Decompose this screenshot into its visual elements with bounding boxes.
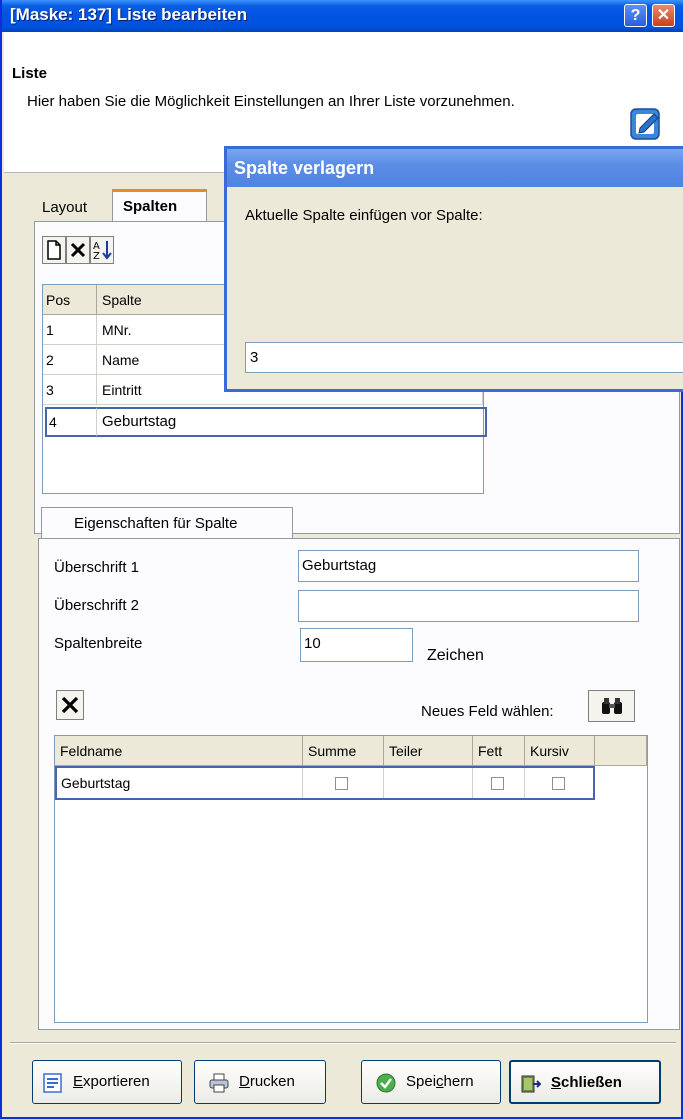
dialog-prompt: Aktuelle Spalte einfügen vor Spalte: [245,207,483,224]
header-title: Liste [12,65,48,82]
tab-properties-label: Eigenschaften für Spalte [74,515,238,532]
export-label: Exportieren [73,1073,150,1090]
header-description: Hier haben Sie die Möglichkeit Einstellu… [27,93,515,110]
field-row-kursiv[interactable] [525,768,593,798]
grid-header-pos[interactable]: Pos [43,285,97,315]
field-row-summe[interactable] [303,768,384,798]
field-header-fett[interactable]: Fett [473,736,525,766]
close-label: Schließen [551,1074,622,1091]
row-3-pos[interactable]: 3 [43,375,97,405]
save-label: Speichern [406,1073,474,1090]
svg-text:Z: Z [93,251,100,261]
row-4-name[interactable]: Geburtstag [97,407,487,437]
close-button[interactable]: Schließen [509,1060,661,1104]
row-2-pos[interactable]: 2 [43,345,97,375]
field-header-feldname[interactable]: Feldname [55,736,303,766]
heading2-label: Überschrift 2 [54,597,140,614]
edit-list-icon [630,108,660,140]
new-field-label: Neues Feld wählen: [421,703,554,720]
delete-icon [70,242,86,258]
title-bar[interactable]: [Maske: 137] Liste bearbeiten ? ✕ [2,0,683,32]
heading2-input[interactable] [298,590,639,622]
new-column-button[interactable] [42,236,66,264]
column-width-label: Spaltenbreite [54,635,143,652]
field-row-name[interactable]: Geburtstag [57,768,303,798]
binoculars-icon [602,698,622,714]
field-row-fett[interactable] [473,768,525,798]
tab-layout[interactable]: Layout [42,199,87,216]
sort-az-icon: A Z [93,241,112,262]
tab-properties[interactable]: Eigenschaften für Spalte [41,507,293,540]
field-grid: Feldname Summe Teiler Fett Kursiv Geburt… [54,735,648,1023]
exit-icon [521,1075,541,1093]
delete-column-button[interactable] [66,236,90,264]
choose-field-button[interactable] [588,690,635,722]
move-column-dialog: Spalte verlagern Aktuelle Spalte einfüge… [224,146,683,392]
print-label: Drucken [239,1073,295,1090]
export-button[interactable]: Exportieren [32,1060,182,1104]
dialog-title: Spalte verlagern [234,158,375,178]
new-icon [47,240,61,260]
column-width-input[interactable]: 10 [300,628,413,662]
print-button[interactable]: Drucken [194,1060,326,1104]
heading1-input[interactable]: Geburtstag [298,550,639,582]
sort-columns-button[interactable]: A Z [90,236,114,264]
delete-field-button[interactable] [56,690,84,720]
column-width-unit: Zeichen [427,647,484,664]
summe-checkbox[interactable] [335,777,348,790]
field-header-teiler[interactable]: Teiler [384,736,473,766]
field-header-kursiv[interactable]: Kursiv [525,736,595,766]
export-icon [43,1073,62,1093]
help-button[interactable]: ? [624,4,647,27]
dialog-position-input[interactable]: 3 [245,342,683,373]
save-icon [376,1073,396,1093]
delete-icon [61,696,79,714]
fett-checkbox[interactable] [491,777,504,790]
dialog-title-bar[interactable]: Spalte verlagern [227,149,683,187]
heading1-label: Überschrift 1 [54,559,140,576]
close-window-button[interactable]: ✕ [652,4,675,27]
print-icon [209,1073,229,1093]
kursiv-checkbox[interactable] [552,777,565,790]
field-row-teiler[interactable] [384,768,473,798]
save-button[interactable]: Speichern [361,1060,501,1104]
row-4-pos[interactable]: 4 [45,407,97,437]
tab-spalten[interactable]: Spalten [112,189,207,223]
row-1-pos[interactable]: 1 [43,315,97,345]
field-header-empty [595,736,647,766]
field-header-summe[interactable]: Summe [303,736,384,766]
bottom-divider [10,1042,676,1044]
tab-spalten-label: Spalten [123,198,178,215]
window-title: [Maske: 137] Liste bearbeiten [10,5,248,24]
